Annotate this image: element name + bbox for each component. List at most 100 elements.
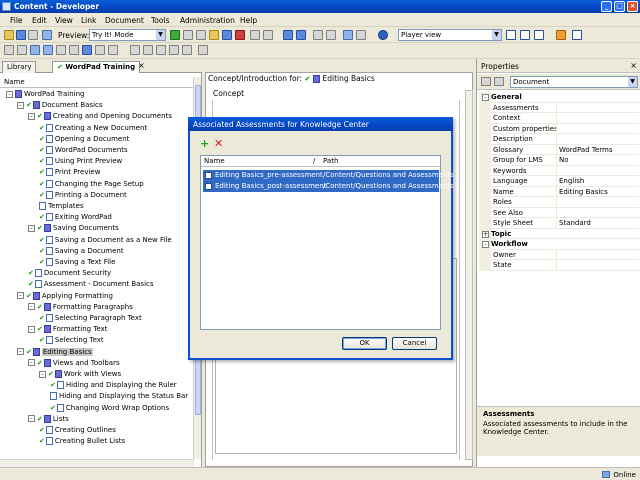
add-icon[interactable]: +: [200, 138, 209, 149]
menu-administration[interactable]: Administration: [180, 16, 235, 25]
close-tab-icon[interactable]: ×: [138, 61, 145, 70]
cancel-button[interactable]: Cancel: [392, 337, 437, 350]
publish-icon[interactable]: [42, 30, 52, 40]
property-row[interactable]: Description: [479, 134, 639, 145]
collapse-icon[interactable]: -: [482, 241, 489, 248]
hyperlink-icon[interactable]: [82, 45, 92, 55]
collapse-icon[interactable]: -: [17, 292, 24, 300]
tree-item[interactable]: - ✔ Creating and Opening Documents: [28, 111, 172, 122]
property-category[interactable]: - General: [479, 92, 639, 103]
player-view-select[interactable]: Player view ▼: [398, 29, 502, 41]
save-icon[interactable]: [16, 30, 26, 40]
attachment-icon[interactable]: [69, 45, 79, 55]
tree-item[interactable]: ✔ Assessment - Document Basics: [28, 279, 154, 290]
properties-toggle-icon[interactable]: [556, 30, 566, 40]
cut-icon[interactable]: [183, 30, 193, 40]
tree-column-header[interactable]: Name: [0, 77, 194, 88]
menu-file[interactable]: File: [10, 16, 23, 25]
move-right-icon[interactable]: [169, 45, 179, 55]
tree-item[interactable]: ✔ Creating Outlines: [39, 425, 116, 436]
tree-item[interactable]: - ✔ Views and Toolbars: [28, 358, 120, 369]
tree-item[interactable]: - ✔ Formatting Text: [28, 324, 108, 335]
property-category[interactable]: + Topic: [479, 228, 639, 239]
tree-item[interactable]: ✔ Selecting Paragraph Text: [39, 313, 142, 324]
tree-item[interactable]: ✔ Saving a Document: [39, 246, 124, 257]
collapse-icon[interactable]: -: [28, 224, 35, 232]
property-row[interactable]: Language English: [479, 176, 639, 187]
find-icon[interactable]: [343, 30, 353, 40]
print-icon[interactable]: [28, 30, 38, 40]
tab-wordpad-training[interactable]: ✔ WordPad Training: [52, 61, 141, 73]
tree-item[interactable]: ✔ Opening a Document: [39, 134, 129, 145]
tree-item[interactable]: ✔ Creating Bullet Lists: [39, 436, 125, 447]
property-row[interactable]: Owner: [479, 249, 639, 260]
indent-icon[interactable]: [326, 30, 336, 40]
window-layout-icon[interactable]: [572, 30, 582, 40]
collapse-icon[interactable]: -: [482, 94, 489, 101]
move-down-icon[interactable]: [143, 45, 153, 55]
tree-item[interactable]: - ✔ Work with Views: [39, 369, 121, 380]
tree-item[interactable]: ✔ Changing the Page Setup: [39, 179, 144, 190]
property-category[interactable]: - Workflow: [479, 239, 639, 250]
outdent-icon[interactable]: [313, 30, 323, 40]
delete-icon[interactable]: [235, 30, 245, 40]
collapse-icon[interactable]: -: [17, 101, 24, 109]
object-selector[interactable]: Document ▼: [510, 76, 638, 88]
layout-1-icon[interactable]: [506, 30, 516, 40]
property-row[interactable]: Style Sheet Standard: [479, 218, 639, 229]
collapse-icon[interactable]: -: [17, 348, 24, 356]
menu-document[interactable]: Document: [105, 16, 144, 25]
frame-icon[interactable]: [95, 45, 105, 55]
property-value[interactable]: No: [559, 155, 639, 166]
property-value[interactable]: WordPad Terms: [559, 145, 639, 156]
image-icon[interactable]: [30, 45, 40, 55]
collapse-icon[interactable]: -: [28, 112, 35, 120]
menu-tools[interactable]: Tools: [151, 16, 169, 25]
move-up-icon[interactable]: [130, 45, 140, 55]
assessment-row[interactable]: Editing Basics_post-assessment /Content/…: [203, 181, 454, 192]
layout-3-icon[interactable]: [534, 30, 544, 40]
tree-item[interactable]: ✔ Printing a Document: [39, 190, 127, 201]
tree-item[interactable]: - ✔ Saving Documents: [28, 223, 119, 234]
note-icon[interactable]: [108, 45, 118, 55]
tree-item[interactable]: - ✔ Lists: [28, 414, 69, 425]
property-row[interactable]: Glossary WordPad Terms: [479, 144, 639, 156]
collapse-icon[interactable]: -: [28, 359, 35, 367]
preview-mode-select[interactable]: Try It! Mode ▼: [89, 29, 166, 41]
tree-item[interactable]: Hiding and Displaying the Status Bar: [50, 391, 188, 402]
link-icon[interactable]: [250, 30, 260, 40]
unlink-icon[interactable]: [263, 30, 273, 40]
property-row[interactable]: Roles: [479, 197, 639, 208]
move-left-icon[interactable]: [156, 45, 166, 55]
remove-icon[interactable]: ✕: [214, 138, 223, 149]
property-value[interactable]: Standard: [559, 218, 639, 229]
property-row[interactable]: State: [479, 260, 639, 271]
menu-help[interactable]: Help: [240, 16, 257, 25]
property-row[interactable]: See Also: [479, 207, 639, 218]
menu-link[interactable]: Link: [81, 16, 96, 25]
paste-icon[interactable]: [209, 30, 219, 40]
collapse-icon[interactable]: -: [39, 370, 46, 378]
bold-icon[interactable]: [4, 45, 14, 55]
property-value[interactable]: Editing Basics: [559, 187, 639, 198]
collapse-icon[interactable]: -: [28, 303, 35, 311]
tree-horizontal-scrollbar[interactable]: [0, 459, 194, 467]
tree-item[interactable]: - WordPad Training: [6, 89, 84, 100]
help-icon[interactable]: [378, 30, 388, 40]
tree-item[interactable]: ✔ Hiding and Displaying the Ruler: [50, 380, 177, 391]
column-header-name[interactable]: Name: [204, 156, 225, 167]
replace-icon[interactable]: [356, 30, 366, 40]
tree-item[interactable]: ✔ Saving a Text File: [39, 257, 115, 268]
collapse-icon[interactable]: -: [6, 90, 13, 98]
tree-item[interactable]: - ✔ Document Basics: [17, 100, 103, 111]
tree-item[interactable]: ✔ Print Preview: [39, 167, 100, 178]
assessment-row[interactable]: Editing Basics_pre-assessment /Content/Q…: [203, 170, 454, 181]
editor-vertical-scrollbar[interactable]: [465, 90, 473, 460]
tab-library[interactable]: Library: [2, 61, 37, 73]
property-row[interactable]: Keywords: [479, 165, 639, 176]
new-icon[interactable]: [4, 30, 14, 40]
close-button[interactable]: ×: [627, 1, 638, 12]
column-header-path[interactable]: Path: [323, 156, 338, 167]
tree-item[interactable]: - ✔ Applying Formatting: [17, 291, 113, 302]
menu-view[interactable]: View: [55, 16, 73, 25]
